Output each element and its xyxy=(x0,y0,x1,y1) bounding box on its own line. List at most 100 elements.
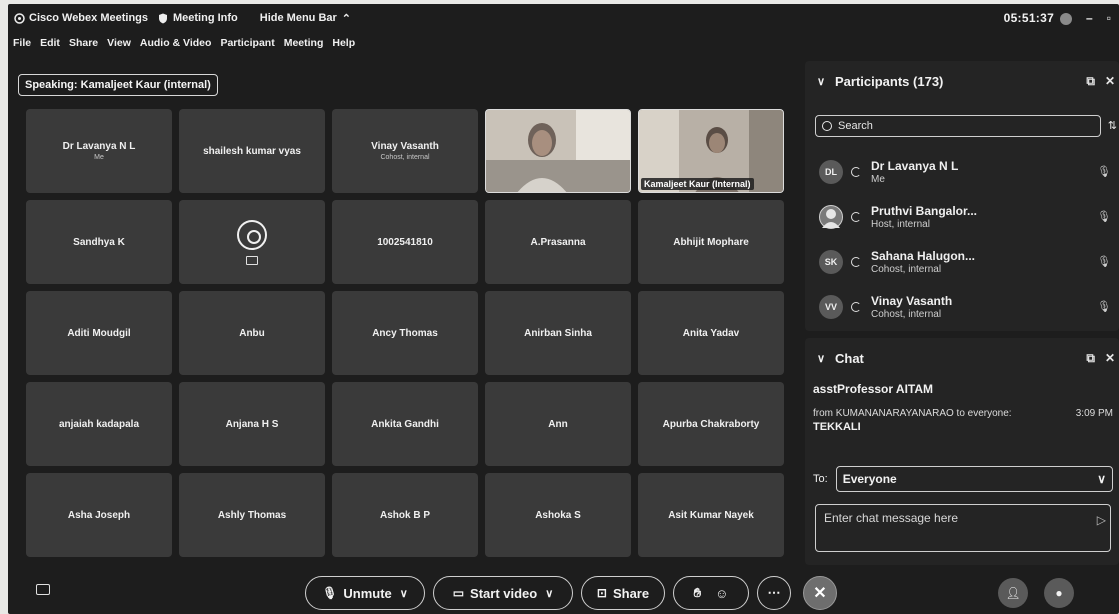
participant-tile[interactable]: Abhijit Mophare xyxy=(638,200,784,284)
participant-tile[interactable]: Ancy Thomas xyxy=(332,291,478,375)
emoji-icon[interactable]: ☺ xyxy=(715,586,728,601)
share-button[interactable]: ⊡ Share xyxy=(581,576,665,610)
participant-role: Host, internal xyxy=(871,218,930,230)
share-label: Share xyxy=(612,585,650,601)
participant-tile[interactable]: 1002541810 xyxy=(332,200,478,284)
menu-participant[interactable]: Participant xyxy=(220,37,274,49)
video-feed xyxy=(486,110,630,192)
participant-tile[interactable]: A.Prasanna xyxy=(485,200,631,284)
avatar-icon[interactable] xyxy=(1060,12,1073,25)
obs-logo-icon xyxy=(237,219,267,250)
participant-tile[interactable]: Anita Yadav xyxy=(638,291,784,375)
avatar xyxy=(819,204,843,229)
menu-help[interactable]: Help xyxy=(332,37,355,49)
leave-meeting-button[interactable]: ✕ xyxy=(803,576,837,610)
participant-tile[interactable]: Ashok B P xyxy=(332,473,478,557)
participant-tile[interactable]: anjaiah kadapala xyxy=(26,382,172,466)
popout-icon[interactable]: ⧉ xyxy=(1086,351,1095,366)
tile-sub: Cohost, internal xyxy=(380,154,430,161)
chat-header[interactable]: ∨ Chat ⧉ ✕ xyxy=(805,338,1119,378)
participants-toggle-button[interactable]: 👤︎ xyxy=(998,578,1028,608)
participant-text: Sahana Halugon... Cohost, internal xyxy=(871,249,975,275)
chat-panel: ∨ Chat ⧉ ✕ asstProfessor AITAM from KUMA… xyxy=(805,338,1119,565)
unmute-button[interactable]: 🎙︎ Unmute ∨ xyxy=(305,576,425,610)
more-options-button[interactable]: ⋯ xyxy=(757,576,791,610)
participant-tile[interactable]: Ashoka S xyxy=(485,473,631,557)
participant-tile[interactable]: Vinay Vasanth Cohost, internal xyxy=(332,109,478,193)
mic-muted-icon[interactable]: 🎙︎ xyxy=(1097,210,1111,223)
participant-search-input[interactable]: Search xyxy=(815,115,1101,137)
mic-muted-icon[interactable]: 🎙︎ xyxy=(1097,165,1111,178)
list-item[interactable]: DL Dr Lavanya N L Me 🎙︎ xyxy=(819,149,1111,194)
menu-edit[interactable]: Edit xyxy=(40,37,60,49)
list-item[interactable]: SK Sahana Halugon... Cohost, internal 🎙︎ xyxy=(819,239,1111,284)
participant-video-tile[interactable]: Kamaljeet Kaur (Internal) xyxy=(638,109,784,193)
participants-title: Participants (173) xyxy=(835,73,944,89)
participant-role: Cohost, internal xyxy=(871,263,942,275)
tile-name: Ashok B P xyxy=(379,509,430,521)
start-video-label: Start video xyxy=(470,585,538,601)
tile-name: Apurba Chakraborty xyxy=(662,418,760,430)
start-video-button[interactable]: ▭ Start video ∨ xyxy=(433,576,573,610)
menu-audio-video[interactable]: Audio & Video xyxy=(140,37,212,49)
tile-name: Anbu xyxy=(239,327,265,339)
participant-name: Dr Lavanya N L xyxy=(871,158,959,173)
list-item[interactable]: Pruthvi Bangalor... Host, internal 🎙︎ xyxy=(819,194,1111,239)
chat-input[interactable]: Enter chat message here ▷ xyxy=(815,504,1111,552)
avatar: DL xyxy=(819,159,843,184)
mic-muted-icon[interactable]: 🎙︎ xyxy=(1097,255,1111,268)
participant-role: Me xyxy=(871,173,885,185)
participant-tile[interactable]: Aditi Moudgil xyxy=(26,291,172,375)
menu-meeting[interactable]: Meeting xyxy=(284,37,324,49)
video-grid: Dr Lavanya N L Me shailesh kumar vyas Vin… xyxy=(26,109,786,561)
tile-sub: Me xyxy=(94,154,104,161)
participant-tile[interactable]: Dr Lavanya N L Me xyxy=(26,109,172,193)
captions-icon[interactable] xyxy=(36,584,50,595)
mic-muted-icon[interactable]: 🎙︎ xyxy=(1097,300,1111,313)
recipient-select[interactable]: Everyone ∨ xyxy=(835,466,1113,492)
tile-name: Ashoka S xyxy=(535,509,581,521)
menu-file[interactable]: File xyxy=(13,37,31,49)
participant-tile[interactable]: Asit Kumar Nayek xyxy=(638,473,784,557)
close-icon[interactable]: ✕ xyxy=(1105,351,1115,366)
send-icon[interactable]: ▷ xyxy=(1097,513,1106,527)
more-icon: ⋯ xyxy=(767,585,781,600)
menu-view[interactable]: View xyxy=(107,37,131,49)
chevron-down-icon[interactable]: ∨ xyxy=(817,352,827,365)
participant-tile[interactable]: shailesh kumar vyas xyxy=(179,109,325,193)
mic-muted-icon: 🎙︎ xyxy=(322,586,338,600)
tile-name: Anjana H S xyxy=(225,418,279,430)
participant-tile[interactable]: Anbu xyxy=(179,291,325,375)
participant-tile[interactable]: Anjana H S xyxy=(179,382,325,466)
unmute-label: Unmute xyxy=(343,585,392,601)
menu-share[interactable]: Share xyxy=(69,37,98,49)
search-placeholder: Search xyxy=(838,120,873,132)
participant-video-tile[interactable] xyxy=(485,109,631,193)
list-item[interactable]: VV Vinay Vasanth Cohost, internal 🎙︎ xyxy=(819,284,1111,329)
chevron-down-icon[interactable]: ∨ xyxy=(817,75,827,88)
participants-header[interactable]: ∨ Participants (173) ⧉ ✕ xyxy=(805,61,1119,101)
participant-tile[interactable]: Sandhya K xyxy=(26,200,172,284)
tile-name: Anirban Sinha xyxy=(524,327,592,339)
raise-hand-icon[interactable]: ✋︎ xyxy=(694,585,701,601)
participant-tile[interactable]: Ann xyxy=(485,382,631,466)
sort-icon[interactable]: ⇅ xyxy=(1108,119,1117,132)
close-icon[interactable]: ✕ xyxy=(1105,74,1115,89)
participant-tile[interactable]: Ashly Thomas xyxy=(179,473,325,557)
meeting-info-button[interactable]: Meeting Info xyxy=(158,12,238,24)
tile-name: Ancy Thomas xyxy=(372,327,438,339)
chat-message-text: TEKKALI xyxy=(813,421,861,433)
popout-icon[interactable]: ⧉ xyxy=(1086,74,1095,89)
participant-tile[interactable]: Asha Joseph xyxy=(26,473,172,557)
video-name-label: Kamaljeet Kaur (Internal) xyxy=(641,178,754,190)
minimize-icon[interactable]: – xyxy=(1086,11,1093,25)
participant-tile[interactable] xyxy=(179,200,325,284)
participant-tile[interactable]: Apurba Chakraborty xyxy=(638,382,784,466)
restore-icon[interactable]: ▫ xyxy=(1107,11,1111,25)
participant-tile[interactable]: Anirban Sinha xyxy=(485,291,631,375)
participant-text: Vinay Vasanth Cohost, internal xyxy=(871,294,952,320)
hide-menu-bar-button[interactable]: Hide Menu Bar ⌃ xyxy=(260,12,351,25)
audio-connection-icon xyxy=(851,256,861,267)
participant-tile[interactable]: Ankita Gandhi xyxy=(332,382,478,466)
chat-toggle-button[interactable]: ● xyxy=(1044,578,1074,608)
